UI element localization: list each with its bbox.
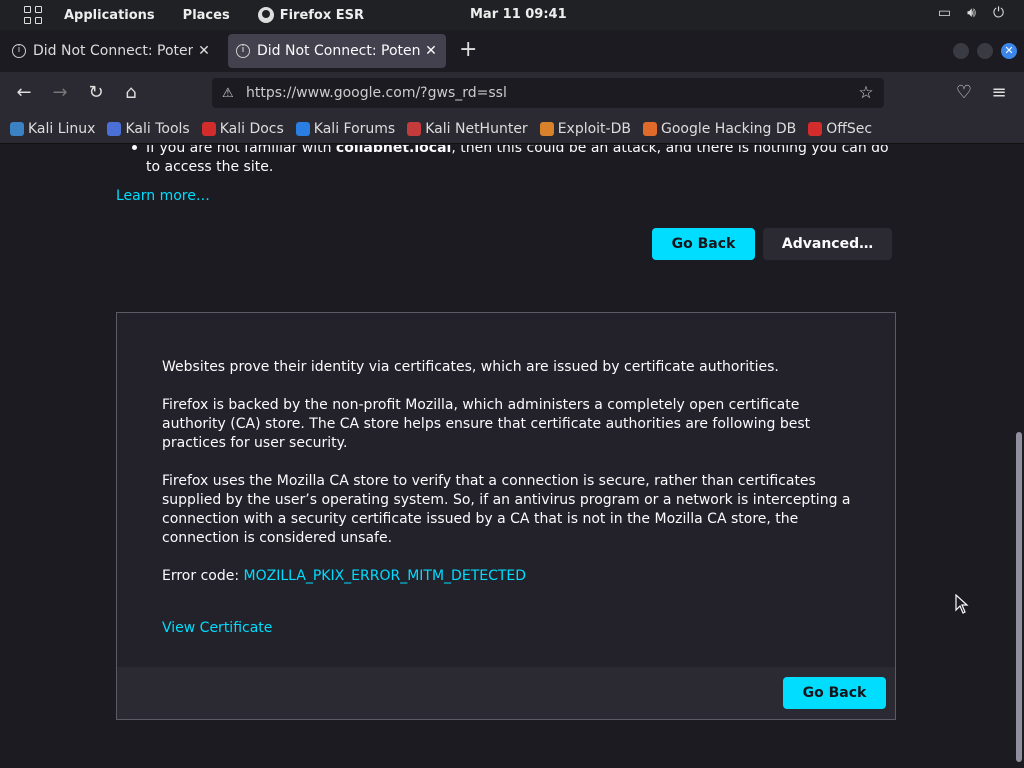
bookmark-label: Kali Forums bbox=[313, 120, 396, 137]
pocket-icon[interactable]: ♡ bbox=[953, 82, 975, 104]
clock[interactable]: Mar 11 09:41 bbox=[470, 7, 567, 22]
screen-icon[interactable]: ▭ bbox=[937, 6, 952, 21]
advanced-paragraph-3: Firefox uses the Mozilla CA store to ver… bbox=[162, 473, 851, 546]
advanced-paragraph-1: Websites prove their identity via certif… bbox=[162, 359, 779, 375]
info-icon: i bbox=[12, 44, 26, 58]
bookmark-label: Kali Docs bbox=[219, 120, 284, 137]
advanced-paragraph-2: Firefox is backed by the non-profit Mozi… bbox=[162, 397, 811, 451]
tab-strip: i Did Not Connect: Potential Security Is… bbox=[0, 30, 1024, 72]
bookmark-kali-docs[interactable]: Kali Docs bbox=[201, 120, 284, 137]
bookmark-kali-nethunter[interactable]: Kali NetHunter bbox=[407, 120, 528, 137]
apps-grid-icon[interactable] bbox=[24, 6, 42, 24]
security-warning-icon[interactable]: ⚠ bbox=[222, 86, 244, 101]
kali-forums-icon bbox=[295, 121, 310, 136]
menu-icon[interactable]: ≡ bbox=[988, 82, 1010, 104]
error-code-link[interactable]: MOZILLA_PKIX_ERROR_MITM_DETECTED bbox=[244, 568, 527, 584]
exploit-db-icon bbox=[539, 121, 554, 136]
navigation-bar: ← → ↻ ⌂ ⚠ https://www.google.com/?gws_rd… bbox=[0, 72, 1024, 114]
bookmark-label: OffSec bbox=[826, 120, 873, 137]
tab-title: Did Not Connect: Potential Security Issu… bbox=[33, 43, 193, 59]
warning-bullet-text: If you are not familiar with collabnet.l… bbox=[146, 145, 906, 177]
tab-1[interactable]: i Did Not Connect: Potential Security Is… bbox=[4, 34, 219, 68]
learn-more-link[interactable]: Learn more… bbox=[116, 188, 210, 204]
url-text[interactable]: https://www.google.com/?gws_rd=ssl bbox=[246, 85, 854, 101]
offsec-icon bbox=[808, 121, 823, 136]
bookmark-label: Google Hacking DB bbox=[660, 120, 797, 137]
go-back-button-2[interactable]: Go Back bbox=[783, 677, 886, 709]
close-window-button[interactable]: ✕ bbox=[1001, 43, 1017, 59]
url-bar[interactable]: ⚠ https://www.google.com/?gws_rd=ssl ☆ bbox=[212, 78, 884, 108]
bookmark-label: Exploit-DB bbox=[557, 120, 631, 137]
bullet-dot bbox=[132, 145, 137, 150]
bookmarks-bar: Kali Linux Kali Tools Kali Docs Kali For… bbox=[0, 114, 1024, 144]
advanced-panel: Websites prove their identity via certif… bbox=[116, 312, 896, 720]
kali-linux-icon bbox=[10, 121, 24, 136]
system-top-bar: Applications Places Firefox ESR Mar 11 0… bbox=[0, 0, 1024, 30]
scrollbar[interactable] bbox=[1012, 145, 1024, 768]
bullet-prefix: If you are not familiar with bbox=[146, 145, 336, 156]
bookmark-kali-tools[interactable]: Kali Tools bbox=[107, 120, 190, 137]
page-content: If you are not familiar with collabnet.l… bbox=[0, 145, 1024, 768]
view-certificate-link[interactable]: View Certificate bbox=[162, 620, 272, 636]
firefox-icon bbox=[257, 7, 274, 23]
tab-close-icon[interactable]: ✕ bbox=[197, 43, 211, 59]
back-arrow-icon[interactable]: ← bbox=[13, 82, 35, 104]
kali-tools-icon bbox=[107, 121, 122, 136]
applications-menu[interactable]: Applications bbox=[64, 8, 155, 23]
active-app-name[interactable]: Firefox ESR bbox=[280, 8, 364, 23]
error-label: Error code: bbox=[162, 568, 244, 584]
bookmark-kali-forums[interactable]: Kali Forums bbox=[295, 120, 396, 137]
bookmark-label: Kali Linux bbox=[28, 120, 96, 137]
bookmark-kali-linux[interactable]: Kali Linux bbox=[10, 121, 95, 137]
advanced-panel-footer: Go Back bbox=[117, 667, 895, 719]
reload-icon[interactable]: ↻ bbox=[85, 82, 107, 104]
info-icon: i bbox=[236, 44, 250, 58]
tab-close-icon[interactable]: ✕ bbox=[424, 43, 438, 59]
maximize-button[interactable] bbox=[977, 43, 993, 59]
system-tray: ▭ 🔊︎ ⏻ bbox=[937, 6, 1006, 21]
bookmark-google-hacking-db[interactable]: Google Hacking DB bbox=[642, 120, 797, 137]
home-icon[interactable]: ⌂ bbox=[120, 82, 142, 104]
kali-docs-icon bbox=[201, 121, 216, 136]
bookmark-label: Kali NetHunter bbox=[425, 120, 528, 137]
bookmark-label: Kali Tools bbox=[125, 120, 190, 137]
mouse-cursor-icon bbox=[955, 594, 969, 614]
bookmark-star-icon[interactable]: ☆ bbox=[854, 83, 878, 103]
go-back-button[interactable]: Go Back bbox=[652, 228, 755, 260]
minimize-button[interactable] bbox=[953, 43, 969, 59]
bullet-host: collabnet.local bbox=[335, 145, 452, 156]
forward-arrow-icon[interactable]: → bbox=[49, 82, 71, 104]
tab-title: Did Not Connect: Potential Security Issu… bbox=[257, 43, 420, 59]
scroll-thumb[interactable] bbox=[1016, 432, 1022, 762]
advanced-button[interactable]: Advanced… bbox=[763, 228, 892, 260]
power-icon[interactable]: ⏻ bbox=[991, 6, 1006, 21]
bookmark-offsec[interactable]: OffSec bbox=[808, 121, 872, 137]
google-hacking-db-icon bbox=[642, 121, 657, 136]
bookmark-exploit-db[interactable]: Exploit-DB bbox=[539, 120, 631, 137]
places-menu[interactable]: Places bbox=[183, 8, 230, 23]
tab-2[interactable]: i Did Not Connect: Potential Security Is… bbox=[228, 34, 446, 68]
new-tab-button[interactable]: + bbox=[459, 39, 477, 61]
volume-icon[interactable]: 🔊︎ bbox=[964, 6, 979, 21]
kali-nethunter-icon bbox=[407, 121, 422, 136]
error-code-line: Error code: MOZILLA_PKIX_ERROR_MITM_DETE… bbox=[162, 567, 852, 586]
